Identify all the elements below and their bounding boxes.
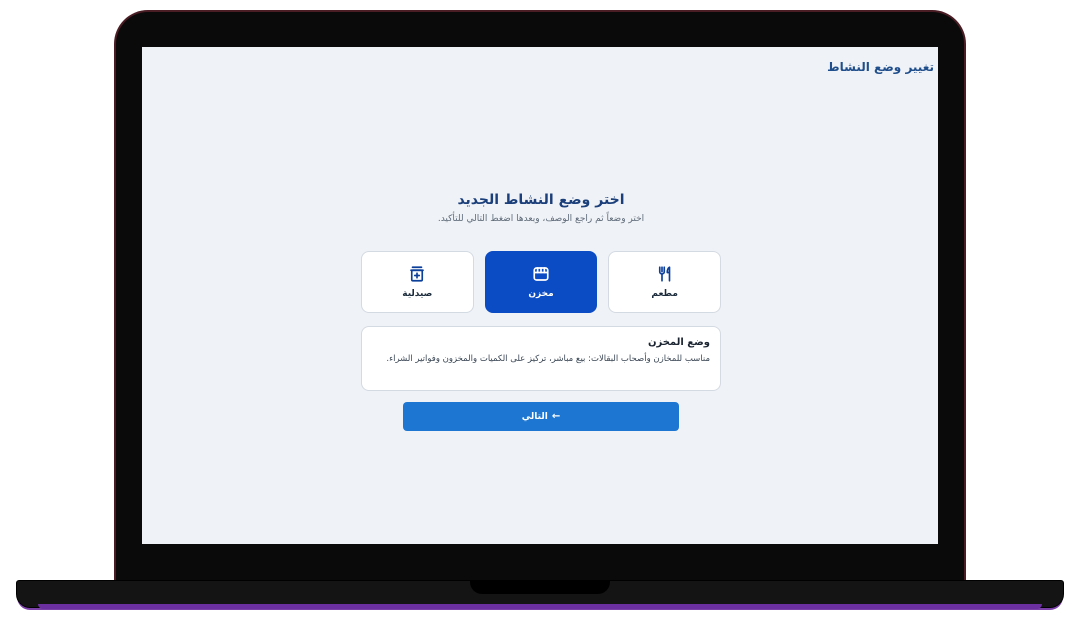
page-title: تغيير وضع النشاط bbox=[827, 60, 934, 74]
section-subtitle: اختر وضعاً ثم راجع الوصف، وبعدها اضغط ال… bbox=[437, 214, 645, 224]
option-pharmacy[interactable]: صيدلية bbox=[360, 251, 474, 313]
next-button[interactable]: ← التالي bbox=[403, 402, 679, 431]
mode-options: مطعم مخزن صيدلية bbox=[360, 251, 721, 313]
arrow-left-icon: ← bbox=[551, 411, 561, 422]
app-screen: تغيير وضع النشاط اختر وضع النشاط الجديد … bbox=[142, 47, 938, 544]
option-restaurant[interactable]: مطعم bbox=[608, 251, 721, 313]
option-warehouse[interactable]: مخزن bbox=[484, 251, 598, 313]
next-button-label: التالي bbox=[521, 411, 548, 422]
section-title: اختر وضع النشاط الجديد bbox=[457, 192, 625, 208]
laptop-base-edge bbox=[38, 604, 1042, 609]
laptop-notch bbox=[470, 580, 610, 594]
option-label: مطعم bbox=[651, 289, 678, 299]
description-text: مناسب للمخازن وأصحاب البقالات: بيع مباشر… bbox=[386, 354, 710, 364]
mode-description-card: وضع المخزن مناسب للمخازن وأصحاب البقالات… bbox=[361, 326, 721, 391]
option-label: مخزن bbox=[528, 289, 554, 299]
mode-selector-panel: اختر وضع النشاط الجديد اختر وضعاً ثم راج… bbox=[360, 192, 721, 431]
pharmacy-icon bbox=[408, 265, 426, 283]
description-title: وضع المخزن bbox=[647, 337, 710, 348]
store-icon bbox=[532, 265, 550, 283]
fork-knife-icon bbox=[656, 265, 674, 283]
option-label: صيدلية bbox=[402, 289, 433, 299]
